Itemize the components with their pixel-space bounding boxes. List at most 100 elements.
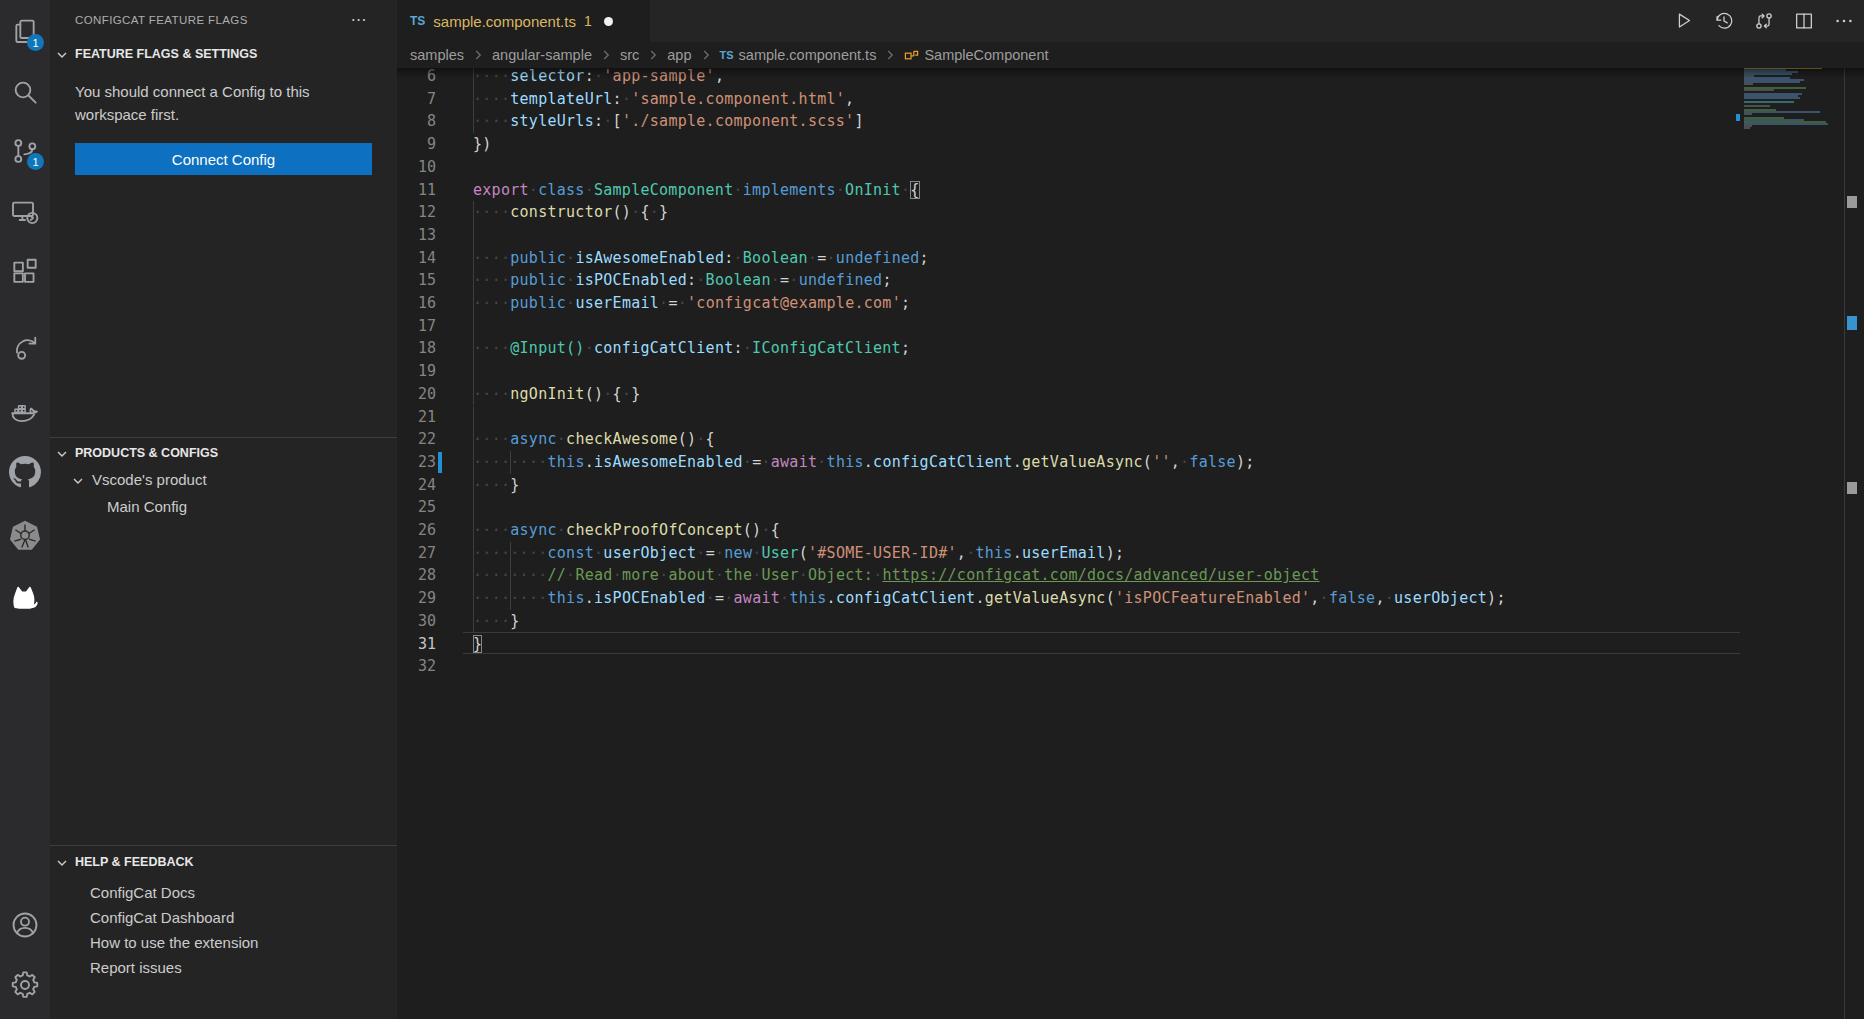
minimap-border (1844, 42, 1845, 1019)
activitybar-item-github[interactable] (0, 447, 50, 497)
tab-problem-badge: 1 (584, 13, 592, 29)
chevron-down-icon (54, 446, 70, 465)
code-line-8[interactable]: 8····styleUrls:·['./sample.component.scs… (397, 110, 1740, 133)
chevron-right-icon (883, 48, 897, 62)
code-line-27[interactable]: 27········const·userObject·=·new·User('#… (397, 542, 1740, 565)
line-number: 20 (397, 383, 436, 406)
code-line-16[interactable]: 16····public·userEmail·=·'configcat@exam… (397, 292, 1740, 315)
code-line-21[interactable]: 21 (397, 406, 1740, 429)
breadcrumb-item[interactable]: src (620, 47, 639, 63)
breadcrumb-item[interactable]: TSsample.component.ts (720, 47, 877, 63)
line-number: 14 (397, 247, 436, 270)
code-line-25[interactable]: 25 (397, 496, 1740, 519)
code-line-32[interactable]: 32 (397, 655, 1740, 678)
code-line-9[interactable]: 9}) (397, 133, 1740, 156)
code-line-31[interactable]: 31} (397, 633, 1740, 656)
tab-sample-component[interactable]: TS sample.component.ts 1 (397, 0, 650, 42)
code-line-13[interactable]: 13 (397, 224, 1740, 247)
activitybar-item-explorer[interactable]: 1 (0, 7, 50, 57)
help-link-configcat-docs[interactable]: ConfigCat Docs (90, 880, 390, 905)
code-line-15[interactable]: 15····public·isPOCEnabled:·Boolean·=·und… (397, 269, 1740, 292)
activitybar-item-kubernetes[interactable] (0, 510, 50, 560)
breadcrumb-item[interactable]: app (667, 47, 691, 63)
code-line-18[interactable]: 18····@Input()·configCatClient:·IConfigC… (397, 337, 1740, 360)
breadcrumb-item[interactable]: samples (410, 47, 464, 63)
source-control-badge: 1 (27, 153, 44, 170)
help-link-how-to-use-the-extension[interactable]: How to use the extension (90, 930, 390, 955)
minimap-line (1744, 89, 1774, 91)
code-line-26[interactable]: 26····async·checkProofOfConcept()·{ (397, 519, 1740, 542)
activitybar-item-remote-explorer[interactable] (0, 187, 50, 237)
code-line-12[interactable]: 12····constructor()·{·} (397, 201, 1740, 224)
overview-ruler[interactable] (1847, 42, 1864, 1019)
activitybar-item-configcat[interactable] (0, 572, 50, 622)
activitybar-item-live-share[interactable] (0, 323, 50, 373)
typescript-file-icon: TS (410, 14, 425, 28)
activity-bar: 11 (0, 0, 50, 1019)
chevron-down-icon (54, 855, 70, 874)
tab-label: sample.component.ts (433, 13, 576, 30)
code-line-28[interactable]: 28········//·Read·more·about·the·User·Ob… (397, 564, 1740, 587)
line-number: 7 (397, 88, 436, 111)
line-number: 12 (397, 201, 436, 224)
minimap-line (1744, 83, 1753, 85)
split-editor-icon[interactable] (1792, 9, 1816, 33)
sidebar-more-actions-icon[interactable]: ⋯ (346, 10, 372, 32)
typescript-file-icon: TS (720, 49, 734, 61)
line-number: 18 (397, 337, 436, 360)
activitybar-item-accounts[interactable] (0, 900, 50, 950)
code-line-29[interactable]: 29········this.isPOCEnabled·=·await·this… (397, 587, 1740, 610)
line-number: 25 (397, 496, 436, 519)
line-number: 27 (397, 542, 436, 565)
tab-dirty-indicator[interactable] (604, 17, 613, 26)
sidebar: CONFIGCAT FEATURE FLAGS ⋯ FEATURE FLAGS … (50, 0, 397, 1019)
line-number: 24 (397, 474, 436, 497)
code-line-19[interactable]: 19 (397, 360, 1740, 383)
tree-item-vscode-s-product[interactable]: Vscode's product (50, 469, 397, 495)
breadcrumb-item[interactable]: angular-sample (492, 47, 592, 63)
code-line-11[interactable]: 11export·class·SampleComponent·implement… (397, 179, 1740, 202)
code-line-10[interactable]: 10 (397, 156, 1740, 179)
line-number: 23 (397, 451, 436, 474)
more-icon[interactable] (1832, 9, 1856, 33)
indent-guide (473, 406, 474, 429)
compare-icon[interactable] (1752, 9, 1776, 33)
minimap-line (1744, 105, 1770, 107)
run-icon[interactable] (1672, 9, 1696, 33)
code-line-23[interactable]: 23········this.isAwesomeEnabled·=·await·… (397, 451, 1740, 474)
code-line-17[interactable]: 17 (397, 315, 1740, 338)
code-line-7[interactable]: 7····templateUrl:·'sample.component.html… (397, 88, 1740, 111)
line-number: 8 (397, 110, 436, 133)
section-header-products-configs[interactable]: PRODUCTS & CONFIGS (50, 443, 397, 465)
line-number: 30 (397, 610, 436, 633)
help-link-report-issues[interactable]: Report issues (90, 955, 390, 980)
help-link-configcat-dashboard[interactable]: ConfigCat Dashboard (90, 905, 390, 930)
ruler-mark (1847, 316, 1857, 330)
breadcrumb-item[interactable]: SampleComponent (904, 47, 1048, 63)
code-line-14[interactable]: 14····public·isAwesomeEnabled:·Boolean·=… (397, 247, 1740, 270)
activitybar-item-settings[interactable] (0, 960, 50, 1010)
breadcrumb: samples angular-sample src app TSsample.comp… (397, 42, 1864, 68)
chevron-right-icon (646, 48, 660, 62)
line-number: 26 (397, 519, 436, 542)
indent-guide (473, 224, 474, 247)
minimap-line (1744, 123, 1828, 125)
code-line-30[interactable]: 30····} (397, 610, 1740, 633)
code-line-20[interactable]: 20····ngOnInit()·{·} (397, 383, 1740, 406)
activitybar-item-docker[interactable] (0, 387, 50, 437)
section-header-feature-flags[interactable]: FEATURE FLAGS & SETTINGS (50, 44, 397, 66)
code-line-22[interactable]: 22····async·checkAwesome()·{ (397, 428, 1740, 451)
explorer-badge: 1 (27, 34, 44, 51)
section-header-help-feedback[interactable]: HELP & FEEDBACK (50, 852, 397, 874)
chevron-down-icon (54, 47, 70, 66)
activitybar-item-search[interactable] (0, 67, 50, 117)
activitybar-item-extensions[interactable] (0, 247, 50, 297)
connect-config-button[interactable]: Connect Config (75, 143, 372, 175)
line-number: 22 (397, 428, 436, 451)
tree-item-main-config[interactable]: Main Config (50, 496, 397, 522)
line-number: 19 (397, 360, 436, 383)
code-line-24[interactable]: 24····} (397, 474, 1740, 497)
history-icon[interactable] (1712, 9, 1736, 33)
activitybar-item-source-control[interactable]: 1 (0, 126, 50, 176)
line-number: 31 (397, 633, 436, 656)
